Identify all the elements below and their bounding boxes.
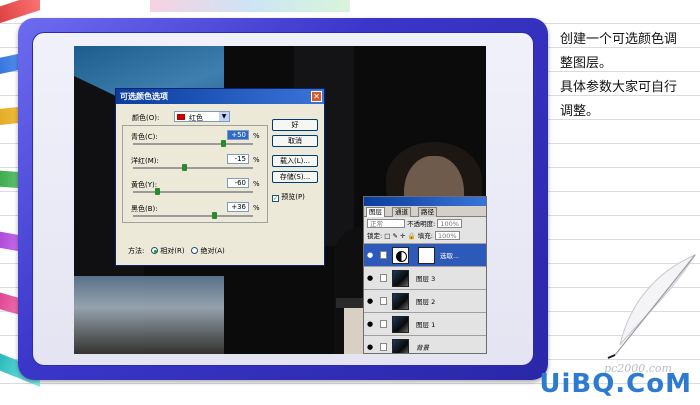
layer-name: 背景: [416, 344, 429, 352]
layer-row[interactable]: ● 图层 2: [364, 289, 486, 312]
cyan-label: 青色(C):: [131, 133, 158, 141]
adjustment-layer-icon: [392, 247, 409, 264]
close-icon[interactable]: ✕: [311, 91, 322, 102]
eye-icon[interactable]: ●: [367, 274, 373, 282]
layers-panel: 图层 通道 路径 正常 不透明度: 100% 锁定: □ ✎ ✛ 🔒 填充: 1…: [363, 196, 487, 354]
link-box[interactable]: [380, 320, 387, 328]
preview-checkbox[interactable]: ✓ 预览(P): [272, 192, 305, 202]
method-row: 方法: 相对(R) 绝对(A): [128, 246, 225, 256]
colors-select[interactable]: 红色 ▼: [174, 111, 230, 122]
black-pct: %: [253, 204, 260, 212]
link-box[interactable]: [380, 343, 387, 351]
save-button[interactable]: 存储(S)...: [272, 171, 318, 183]
lock-icons[interactable]: □ ✎ ✛ 🔒: [384, 232, 415, 240]
black-label: 黑色(B):: [131, 205, 158, 213]
link-box[interactable]: [380, 274, 387, 282]
tab-paths[interactable]: 路径: [418, 207, 437, 217]
opacity-input[interactable]: 100%: [437, 219, 462, 228]
color-sliders-group: 青色(C): +50 % 洋红(M): -15 % 黄色(Y): -60 % 黑…: [122, 125, 268, 223]
yellow-slider[interactable]: [133, 188, 253, 195]
layer-name: 图层 2: [416, 298, 436, 306]
layer-thumbnail: [392, 293, 409, 310]
link-box[interactable]: [380, 297, 387, 305]
colors-select-value: 红色: [189, 114, 203, 122]
lock-label: 锁定:: [367, 232, 383, 240]
yellow-row: 黄色(Y): -60 %: [131, 178, 261, 200]
instruction-line: 创建一个可选颜色调: [560, 32, 678, 47]
layer-thumbnail: [392, 339, 409, 353]
layer-name: 图层 3: [416, 275, 436, 283]
layer-row[interactable]: ● 图层 1: [364, 312, 486, 335]
black-input[interactable]: +36: [227, 202, 249, 212]
blend-mode-select[interactable]: 正常: [367, 219, 405, 228]
quill-feather-icon: [607, 253, 697, 359]
instruction-line: 调整。: [560, 104, 600, 119]
rooftops: [74, 276, 224, 354]
dialog-titlebar: 可选颜色选项 ✕: [116, 89, 324, 104]
selective-color-dialog: 可选颜色选项 ✕ 颜色(O): 红色 ▼ 青色(C): +50 % 洋红(M):…: [115, 88, 325, 266]
layer-row-selective-color[interactable]: ● 选取...: [364, 243, 486, 266]
cyan-slider-thumb[interactable]: [220, 140, 226, 147]
absolute-label: 绝对(A): [200, 247, 225, 255]
cancel-button[interactable]: 取消: [272, 135, 318, 147]
opacity-label: 不透明度:: [407, 220, 436, 228]
black-row: 黑色(B): +36 %: [131, 202, 261, 224]
yellow-input[interactable]: -60: [227, 178, 249, 188]
checkmark-icon[interactable]: ✓: [272, 195, 279, 202]
layers-panel-titlebar: [364, 197, 486, 206]
tab-layers[interactable]: 图层: [366, 207, 385, 217]
yellow-pct: %: [253, 180, 260, 188]
layer-name: 图层 1: [416, 321, 436, 329]
fill-label: 填充:: [417, 232, 433, 240]
instruction-line: 具体参数大家可自行: [560, 80, 678, 95]
magenta-slider[interactable]: [133, 164, 253, 171]
layer-row-background[interactable]: ● 背景: [364, 335, 486, 353]
blend-row: 正常 不透明度: 100%: [364, 218, 486, 230]
instruction-text: 创建一个可选颜色调 整图层。 具体参数大家可自行 调整。: [560, 28, 695, 124]
relative-label: 相对(R): [160, 247, 185, 255]
colors-label: 颜色(O):: [132, 114, 160, 122]
magenta-label: 洋红(M):: [131, 157, 159, 165]
magenta-input[interactable]: -15: [227, 154, 249, 164]
magenta-slider-thumb[interactable]: [181, 164, 187, 171]
preview-label: 预览(P): [281, 193, 305, 201]
layer-mask-thumbnail[interactable]: [418, 247, 435, 264]
eye-icon[interactable]: ●: [367, 251, 373, 259]
black-slider[interactable]: [133, 212, 253, 219]
load-button[interactable]: 载入(L)...: [272, 155, 318, 167]
top-ribbon-decoration: [150, 0, 350, 12]
layer-thumbnail: [392, 270, 409, 287]
method-label: 方法:: [128, 247, 145, 255]
ok-button[interactable]: 好: [272, 119, 318, 131]
relative-radio[interactable]: [151, 247, 159, 254]
black-slider-thumb[interactable]: [212, 212, 218, 219]
fill-input[interactable]: 100%: [434, 231, 460, 240]
dialog-title: 可选颜色选项: [120, 92, 168, 101]
magenta-row: 洋红(M): -15 %: [131, 154, 261, 176]
eye-icon[interactable]: ●: [367, 343, 373, 351]
cyan-row: 青色(C): +50 %: [131, 130, 261, 152]
lock-row: 锁定: □ ✎ ✛ 🔒 填充: 100%: [364, 230, 486, 242]
cyan-input[interactable]: +50: [227, 130, 249, 140]
instruction-line: 整图层。: [560, 56, 613, 71]
red-swatch-icon: [177, 114, 185, 120]
layers-panel-tabs: 图层 通道 路径: [364, 206, 486, 217]
link-box[interactable]: [380, 251, 387, 259]
site-watermark: UiBQ.CoM: [539, 369, 692, 399]
eye-icon[interactable]: ●: [367, 320, 373, 328]
chevron-down-icon[interactable]: ▼: [219, 112, 229, 121]
magenta-pct: %: [253, 156, 260, 164]
eye-icon[interactable]: ●: [367, 297, 373, 305]
yellow-slider-thumb[interactable]: [154, 188, 160, 195]
layer-name: 选取...: [440, 252, 460, 260]
cyan-slider[interactable]: [133, 140, 253, 147]
cyan-pct: %: [253, 132, 260, 140]
absolute-radio[interactable]: [191, 247, 199, 254]
yellow-label: 黄色(Y):: [131, 181, 158, 189]
tab-channels[interactable]: 通道: [392, 207, 411, 217]
layer-thumbnail: [392, 316, 409, 333]
layer-row[interactable]: ● 图层 3: [364, 266, 486, 289]
